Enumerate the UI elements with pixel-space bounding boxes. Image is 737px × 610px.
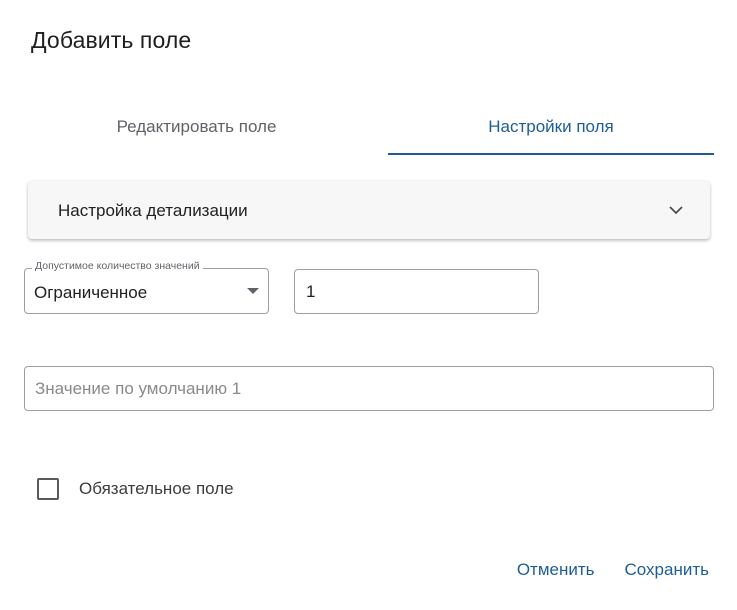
tab-bar: Редактировать поле Настройки поля	[24, 98, 714, 156]
dropdown-arrow-icon	[247, 288, 259, 294]
values-count-select[interactable]: Допустимое количество значений Ограничен…	[24, 260, 269, 314]
dialog-title: Добавить поле	[31, 27, 192, 53]
accordion-label: Настройка детализации	[58, 201, 248, 220]
select-legend: Допустимое количество значений	[32, 260, 203, 272]
add-field-dialog: Добавить поле Редактировать поле Настрой…	[0, 0, 737, 610]
default-value-input[interactable]	[24, 366, 714, 411]
dialog-actions: Отменить Сохранить	[517, 560, 709, 580]
values-count-input[interactable]	[294, 269, 539, 314]
select-value: Ограниченное	[34, 283, 148, 302]
detail-settings-accordion[interactable]: Настройка детализации	[28, 181, 710, 239]
required-field-label: Обязательное поле	[79, 479, 234, 498]
required-field-checkbox[interactable]	[37, 478, 59, 500]
active-tab-indicator	[388, 153, 714, 155]
required-field-checkbox-row[interactable]: Обязательное поле	[37, 477, 234, 501]
tab-field-settings[interactable]: Настройки поля	[388, 98, 714, 156]
chevron-down-icon	[669, 206, 683, 215]
tab-edit-field[interactable]: Редактировать поле	[24, 98, 369, 156]
save-button[interactable]: Сохранить	[625, 560, 709, 580]
cancel-button[interactable]: Отменить	[517, 560, 595, 580]
